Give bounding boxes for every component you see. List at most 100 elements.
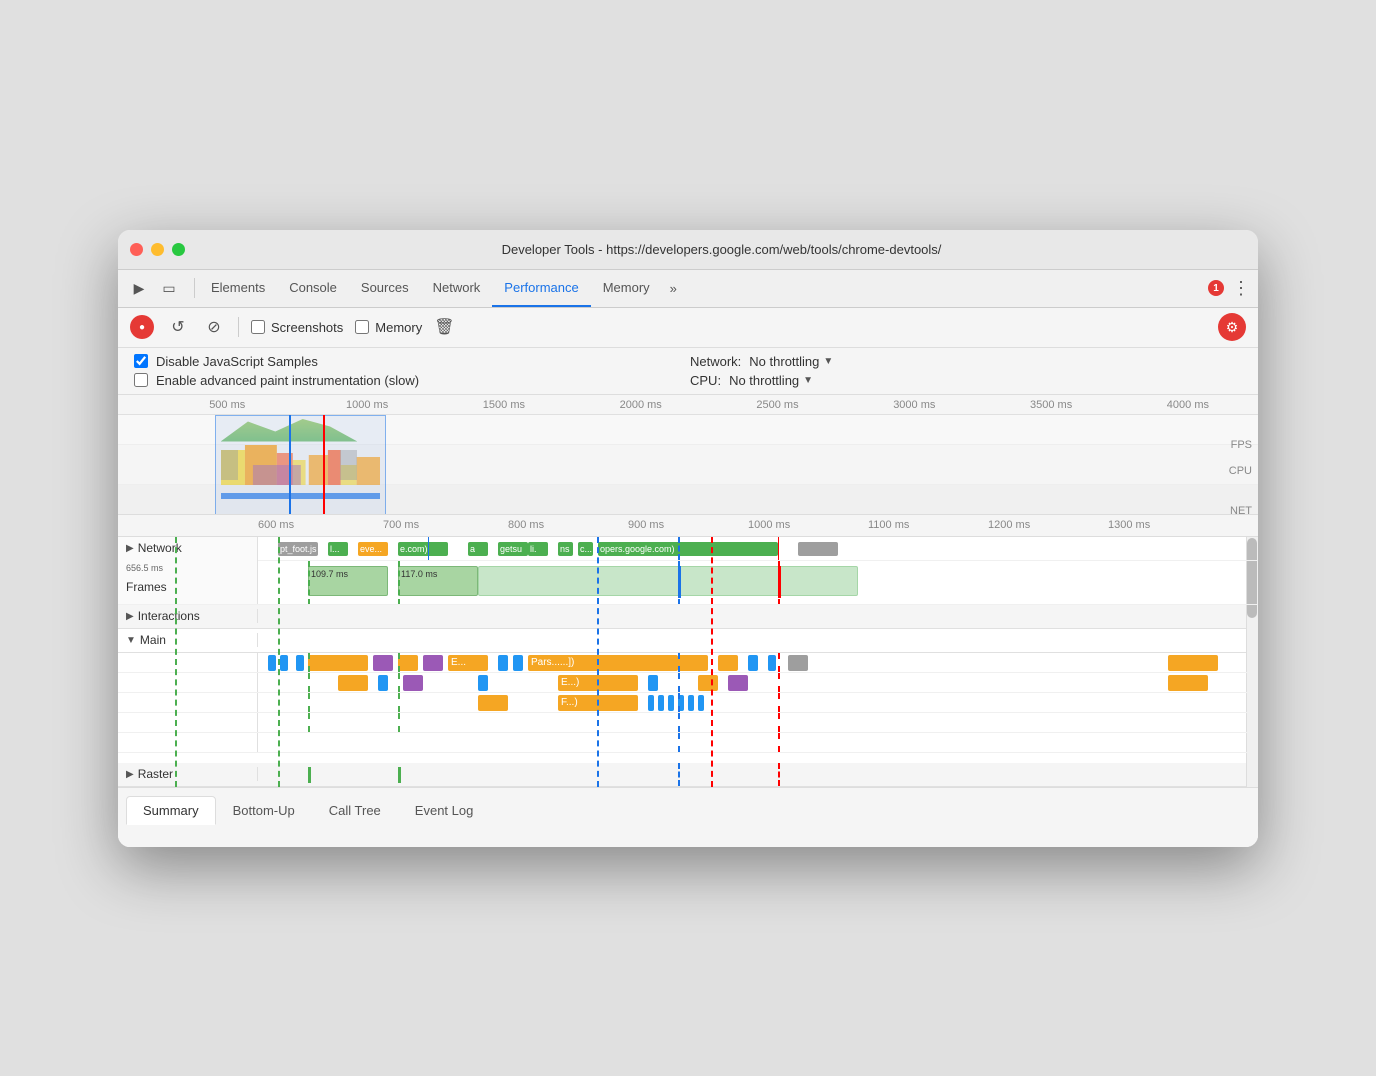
main-chip-1-2 <box>296 655 304 671</box>
main-chip-3-3 <box>658 695 664 711</box>
vline-main2-green-2 <box>398 673 400 692</box>
cpu-label: CPU <box>1229 465 1252 477</box>
memory-checkbox-label[interactable]: Memory <box>355 320 422 335</box>
network-dropdown-arrow[interactable]: ▼ <box>823 356 833 367</box>
main-chip-1-11 <box>678 655 708 671</box>
interactions-content <box>258 605 1258 628</box>
main-chip-1-8 <box>498 655 508 671</box>
interactions-expand-arrow[interactable]: ▶ <box>126 611 134 622</box>
tab-icons: ▶ ▭ <box>126 275 182 301</box>
interactions-row: ▶ Interactions <box>118 605 1258 629</box>
main-chip-1-12 <box>718 655 738 671</box>
adv-paint-checkbox[interactable] <box>134 373 148 387</box>
time-ruler-detail: 600 ms 700 ms 800 ms 900 ms 1000 ms 1100… <box>118 515 1258 537</box>
interactions-label[interactable]: ▶ Interactions <box>118 609 258 623</box>
raster-green-mark-2 <box>308 767 311 783</box>
tab-elements[interactable]: Elements <box>199 269 277 307</box>
tab-console[interactable]: Console <box>277 269 349 307</box>
network-label[interactable]: ▶ Network <box>118 537 258 560</box>
cpu-dropdown-arrow[interactable]: ▼ <box>803 375 813 386</box>
maximize-button[interactable] <box>172 243 185 256</box>
main-chip-1-7: E... <box>448 655 488 671</box>
net-label: NET <box>1230 505 1252 515</box>
cursor-icon[interactable]: ▶ <box>126 275 152 301</box>
detail-ruler-1000: 1000 ms <box>748 519 790 531</box>
main-chip-1-15 <box>788 655 808 671</box>
bottom-tabs: Summary Bottom-Up Call Tree Event Log <box>118 787 1258 847</box>
ruler-2000ms: 2000 ms <box>620 399 662 411</box>
tab-performance[interactable]: Performance <box>492 269 590 307</box>
main-expand-arrow[interactable]: ▼ <box>126 635 136 646</box>
devtools-window: Developer Tools - https://developers.goo… <box>118 230 1258 847</box>
disable-js-checkbox[interactable] <box>134 354 148 368</box>
frame-chip-2 <box>478 566 858 596</box>
bottom-tab-eventlog[interactable]: Event Log <box>398 796 491 825</box>
clear-button[interactable]: 🗑 <box>434 317 454 337</box>
detail-ruler-800: 800 ms <box>508 519 544 531</box>
vline-main5-red <box>778 733 780 752</box>
titlebar: Developer Tools - https://developers.goo… <box>118 230 1258 270</box>
vline-dashed-blue-interactions <box>597 537 599 787</box>
screenshots-checkbox[interactable] <box>251 320 265 334</box>
vline-dashed-red-interactions <box>711 537 713 787</box>
tab-memory[interactable]: Memory <box>591 269 662 307</box>
raster-row: ▶ Raster <box>118 763 1258 787</box>
net-chip-4: a <box>468 542 488 556</box>
bottom-tab-summary[interactable]: Summary <box>126 796 216 825</box>
record-button[interactable]: ● <box>130 315 154 339</box>
frames-content: 109.7 ms 117.0 ms <box>258 561 1258 604</box>
main-chip-2-1 <box>378 675 388 691</box>
network-expand-arrow[interactable]: ▶ <box>126 543 134 554</box>
vline-main4-green-2 <box>398 713 400 732</box>
main-row-4 <box>118 713 1258 733</box>
detail-ruler-1100: 1100 ms <box>868 519 909 531</box>
main-chip-3-7 <box>698 695 704 711</box>
net-chip-9: opers.google.com) <box>598 542 778 556</box>
main-row-3: F...) <box>118 693 1258 713</box>
net-chip-2: eve... <box>358 542 388 556</box>
main-row-4-label <box>118 713 258 732</box>
main-chip-2-8 <box>1168 675 1208 691</box>
memory-checkbox[interactable] <box>355 320 369 334</box>
network-label: Network: <box>690 354 741 369</box>
detail-area: 600 ms 700 ms 800 ms 900 ms 1000 ms 1100… <box>118 515 1258 847</box>
ruler-1000ms: 1000 ms <box>346 399 388 411</box>
mobile-icon[interactable]: ▭ <box>156 275 182 301</box>
raster-content <box>258 763 1258 786</box>
adv-paint-option[interactable]: Enable advanced paint instrumentation (s… <box>134 373 686 388</box>
bottom-tab-bottomup[interactable]: Bottom-Up <box>216 796 312 825</box>
tab-error: 1 <box>1208 280 1224 296</box>
main-row-3-label <box>118 693 258 712</box>
main-label[interactable]: ▼ Main <box>118 633 258 647</box>
timeline-overview[interactable]: 500 ms 1000 ms 1500 ms 2000 ms 2500 ms 3… <box>118 395 1258 515</box>
kebab-menu[interactable]: ⋮ <box>1232 278 1250 299</box>
vline-raster-blue <box>678 763 680 786</box>
raster-expand-arrow[interactable]: ▶ <box>126 769 134 780</box>
minimize-button[interactable] <box>151 243 164 256</box>
bottom-tab-calltree[interactable]: Call Tree <box>312 796 398 825</box>
screenshots-checkbox-label[interactable]: Screenshots <box>251 320 343 335</box>
toolbar-separator <box>238 317 239 337</box>
network-value: No throttling <box>749 354 819 369</box>
toolbar: ● ↺ ⊘ Screenshots Memory 🗑 ⚙ <box>118 308 1258 348</box>
settings-button[interactable]: ⚙ <box>1218 313 1246 341</box>
main-chip-1-0 <box>268 655 276 671</box>
tab-network[interactable]: Network <box>421 269 493 307</box>
screenshots-label: Screenshots <box>271 320 343 335</box>
main-chip-3-4 <box>668 695 674 711</box>
tab-sources[interactable]: Sources <box>349 269 421 307</box>
tab-overflow[interactable]: » <box>662 281 685 296</box>
net-chip-8: c... <box>578 542 593 556</box>
cpu-value: No throttling <box>729 373 799 388</box>
close-button[interactable] <box>130 243 143 256</box>
reload-button[interactable]: ↺ <box>166 315 190 339</box>
detail-ruler-700: 700 ms <box>383 519 419 531</box>
stop-button[interactable]: ⊘ <box>202 315 226 339</box>
main-row-2-label <box>118 673 258 692</box>
main-chip-1-5 <box>398 655 418 671</box>
disable-js-option[interactable]: Disable JavaScript Samples <box>134 354 686 369</box>
ruler-1500ms: 1500 ms <box>483 399 525 411</box>
raster-label[interactable]: ▶ Raster <box>118 767 258 781</box>
net-chip-6: li. <box>528 542 548 556</box>
main-header-row: ▼ Main <box>118 629 1258 653</box>
